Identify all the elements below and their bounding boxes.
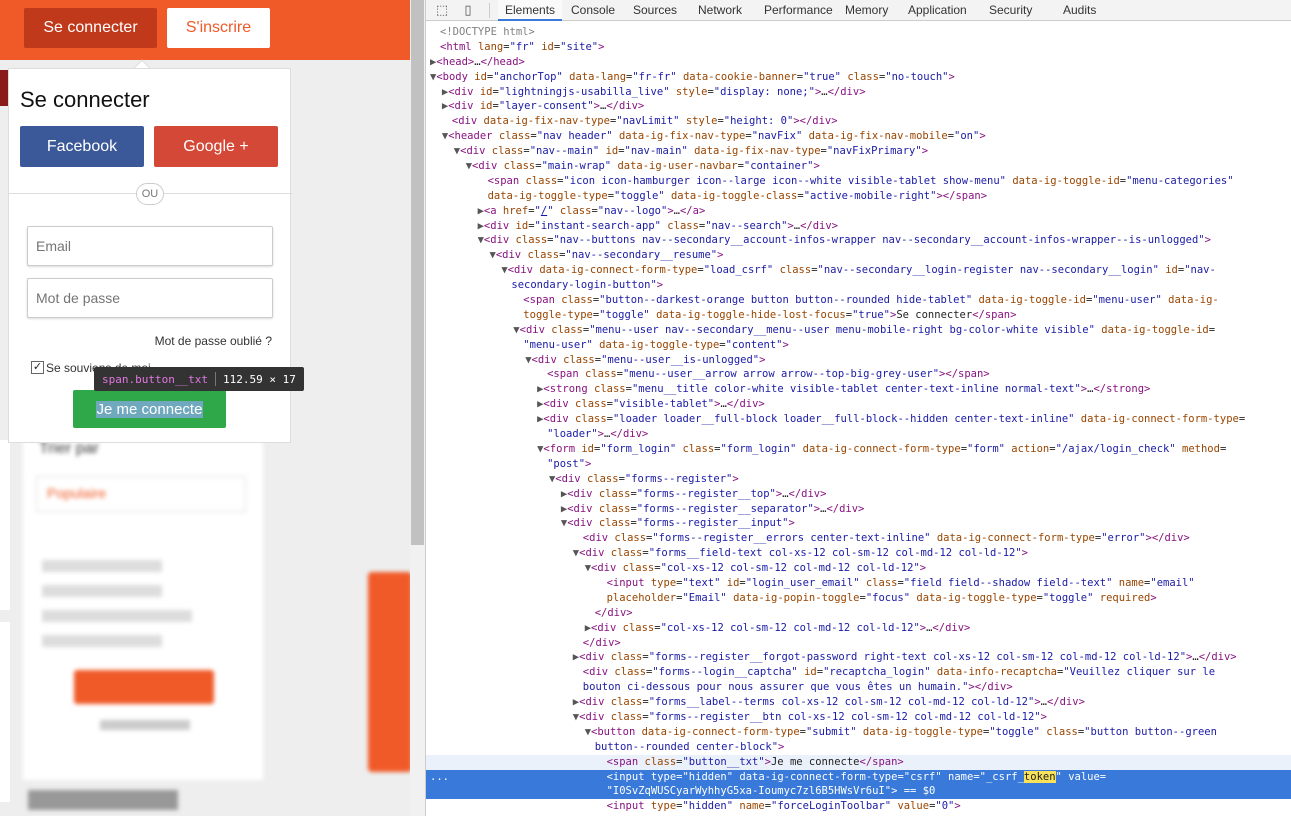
filter-option[interactable]	[42, 610, 192, 622]
node-actions-icon[interactable]: ...	[430, 770, 449, 785]
dom-node-line[interactable]: <span class="menu--user__arrow arrow arr…	[426, 367, 1291, 382]
tab-sources[interactable]: Sources	[626, 0, 684, 21]
dom-node-line[interactable]: ▼<div class="forms__field-text col-xs-12…	[426, 546, 1291, 561]
dom-node-line[interactable]: ▶<a href="/" class="nav--logo">…</a>	[426, 204, 1291, 219]
dom-node-line[interactable]: <div data-ig-fix-nav-type="navLimit" sty…	[426, 114, 1291, 129]
filter-option[interactable]	[42, 560, 162, 572]
page-scrollbar-thumb[interactable]	[411, 0, 424, 545]
tooltip-selector: span.button__txt	[102, 372, 208, 386]
tooltip-divider	[214, 372, 216, 386]
dom-node-line[interactable]: ▼<form id="form_login" class="form_login…	[426, 442, 1291, 457]
dom-node-line[interactable]: <span class="button--darkest-orange butt…	[426, 293, 1291, 308]
dom-node-line[interactable]: ▼<div class="menu--user nav--secondary__…	[426, 323, 1291, 338]
submit-button[interactable]: Je me connecte	[73, 390, 226, 428]
toolbar-divider	[489, 3, 490, 18]
web-page: Se connecter S'inscrire Trier par Popula…	[0, 0, 425, 816]
devtools-panel: ⬚ ▯ Elements Console Sources Network Perform…	[425, 0, 1291, 816]
section-heading	[28, 790, 178, 810]
tooltip-size: 112.59 × 17	[222, 372, 296, 386]
filter-apply-button[interactable]	[74, 670, 214, 704]
feedback-tab[interactable]	[368, 572, 412, 772]
dom-node-line[interactable]: toggle-type="toggle" data-ig-toggle-hide…	[426, 308, 1291, 323]
dom-node-line[interactable]: ▼<body id="anchorTop" data-lang="fr-fr" …	[426, 70, 1291, 85]
dom-node-line[interactable]: ▶<div class="loader loader__full-block l…	[426, 412, 1291, 427]
tab-application[interactable]: Application	[901, 0, 974, 21]
dom-node-line[interactable]: <input type="hidden" name="forceLoginToo…	[426, 799, 1291, 814]
dom-node-line[interactable]: <html lang="fr" id="site">	[426, 40, 1291, 55]
dom-node-line[interactable]: ▶<div class="forms--register__separator"…	[426, 502, 1291, 517]
tab-memory[interactable]: Memory	[838, 0, 895, 21]
logo-fragment	[0, 70, 8, 106]
password-field[interactable]	[27, 278, 273, 318]
dom-node-line[interactable]: <div class="forms--register__errors cent…	[426, 531, 1291, 546]
dom-node-line[interactable]: ▶<div id="instant-search-app" class="nav…	[426, 219, 1291, 234]
dom-node-line[interactable]: <span class="icon icon-hamburger icon--l…	[426, 174, 1291, 189]
facebook-button[interactable]: Facebook	[20, 126, 144, 167]
dom-node-line[interactable]: button--rounded center-block">	[426, 740, 1291, 755]
forgot-password-link[interactable]: Mot de passe oublié ?	[155, 334, 272, 348]
dom-node-line[interactable]: </div>	[426, 636, 1291, 651]
device-toolbar-icon[interactable]: ▯	[460, 2, 476, 18]
tab-audits[interactable]: Audits	[1056, 0, 1103, 21]
tab-console[interactable]: Console	[564, 0, 622, 21]
tab-network[interactable]: Network	[691, 0, 749, 21]
dom-node-line[interactable]: ▶<div class="forms--register__top">…</di…	[426, 487, 1291, 502]
dom-node-line[interactable]: ▼<button data-ig-connect-form-type="subm…	[426, 725, 1291, 740]
filter-option[interactable]	[42, 585, 162, 597]
dom-node-line[interactable]: secondary-login-button">	[426, 278, 1291, 293]
dom-node-line[interactable]: ▼<div class="nav--secondary__resume">	[426, 248, 1291, 263]
login-button[interactable]: Se connecter	[24, 8, 157, 48]
inspect-element-icon[interactable]: ⬚	[434, 2, 450, 18]
dom-node-line[interactable]: <input type="text" id="login_user_email"…	[426, 576, 1291, 591]
dom-node-line[interactable]: ▼<div class="menu--user__is-unlogged">	[426, 353, 1291, 368]
dom-node-line[interactable]: "menu-user" data-ig-toggle-type="content…	[426, 338, 1291, 353]
google-button[interactable]: Google +	[154, 126, 278, 167]
dom-node-line[interactable]: ▼<div class="forms--register">	[426, 472, 1291, 487]
dom-node-line[interactable]: bouton ci-dessous pour nous assurer que …	[426, 680, 1291, 695]
dom-node-line[interactable]: </div>	[426, 606, 1291, 621]
dom-node-line[interactable]: ▶<div class="col-xs-12 col-sm-12 col-md-…	[426, 621, 1291, 636]
dom-node-line[interactable]: ▼<div class="forms--register__input">	[426, 516, 1291, 531]
dom-node-line[interactable]: ▶<strong class="menu__title color-white …	[426, 382, 1291, 397]
elements-tree: <!DOCTYPE html> <html lang="fr" id="site"…	[426, 25, 1291, 816]
dom-node-line[interactable]: ▼<div class="forms--register__btn col-xs…	[426, 710, 1291, 725]
devtools-toolbar: ⬚ ▯ Elements Console Sources Network Perform…	[426, 0, 1291, 21]
email-field[interactable]	[27, 226, 273, 266]
dom-node-line[interactable]: ▼<div class="nav--main" id="nav-main" da…	[426, 144, 1291, 159]
dom-node-line[interactable]: ▼<div class="nav--buttons nav--secondary…	[426, 233, 1291, 248]
sort-select[interactable]: Populaire	[36, 476, 246, 512]
dom-node-line[interactable]: ▶<head>…</head>	[426, 55, 1291, 70]
dom-node-line[interactable]: ▼<div class="col-xs-12 col-sm-12 col-md-…	[426, 561, 1291, 576]
remember-checkbox[interactable]: ✓	[31, 361, 44, 374]
dom-node-line[interactable]: <div class="forms--login__captcha" id="r…	[426, 665, 1291, 680]
inspect-tooltip: span.button__txt 112.59 × 17	[94, 367, 304, 391]
or-separator: OU	[136, 183, 164, 205]
dom-node-line[interactable]: "loader">…</div>	[426, 427, 1291, 442]
signup-button[interactable]: S'inscrire	[167, 8, 270, 48]
background-column	[0, 440, 10, 610]
filter-reset-link[interactable]	[100, 720, 190, 730]
login-title: Se connecter	[20, 87, 150, 112]
dom-node-line[interactable]: ▼<div data-ig-connect-form-type="load_cs…	[426, 263, 1291, 278]
tab-performance[interactable]: Performance	[757, 0, 840, 21]
tab-elements[interactable]: Elements	[498, 0, 563, 21]
dom-node-line[interactable]: <!DOCTYPE html>	[426, 25, 1291, 40]
dom-node-line[interactable]: ▼<header class="nav header" data-ig-fix-…	[426, 129, 1291, 144]
dom-node-line[interactable]: ▶<div id="layer-consent">…</div>	[426, 99, 1291, 114]
dom-node-line[interactable]: ▼<div class="main-wrap" data-ig-user-nav…	[426, 159, 1291, 174]
filter-option[interactable]	[42, 635, 162, 647]
dom-node-line[interactable]: "post">	[426, 457, 1291, 472]
dom-node-line[interactable]: <input type="hidden" data-ig-connect-for…	[426, 769, 1291, 785]
dom-node-line[interactable]: ▶<div id="lightningjs-usabilla_live" sty…	[426, 85, 1291, 100]
submit-button-label: Je me connecte	[95, 400, 204, 418]
tab-security[interactable]: Security	[982, 0, 1039, 21]
dom-node-line[interactable]: ▶<div class="forms--register__forgot-pas…	[426, 650, 1291, 665]
dom-node-line[interactable]: placeholder="Email" data-ig-popin-toggle…	[426, 591, 1291, 606]
dom-node-line[interactable]: <span class="button__txt">Je me connecte…	[426, 754, 1291, 770]
dom-node-line[interactable]: data-ig-toggle-type="toggle" data-ig-tog…	[426, 189, 1291, 204]
dom-node-line[interactable]: ▶<div class="forms__label--terms col-xs-…	[426, 695, 1291, 710]
background-column	[0, 622, 10, 802]
dom-node-line[interactable]: ▶<div class="visible-tablet">…</div>	[426, 397, 1291, 412]
dom-node-line[interactable]: "I0SvZqWUSCyarWyhhyG5xa-Ioumyc7zl6B5HWsV…	[426, 784, 1291, 800]
